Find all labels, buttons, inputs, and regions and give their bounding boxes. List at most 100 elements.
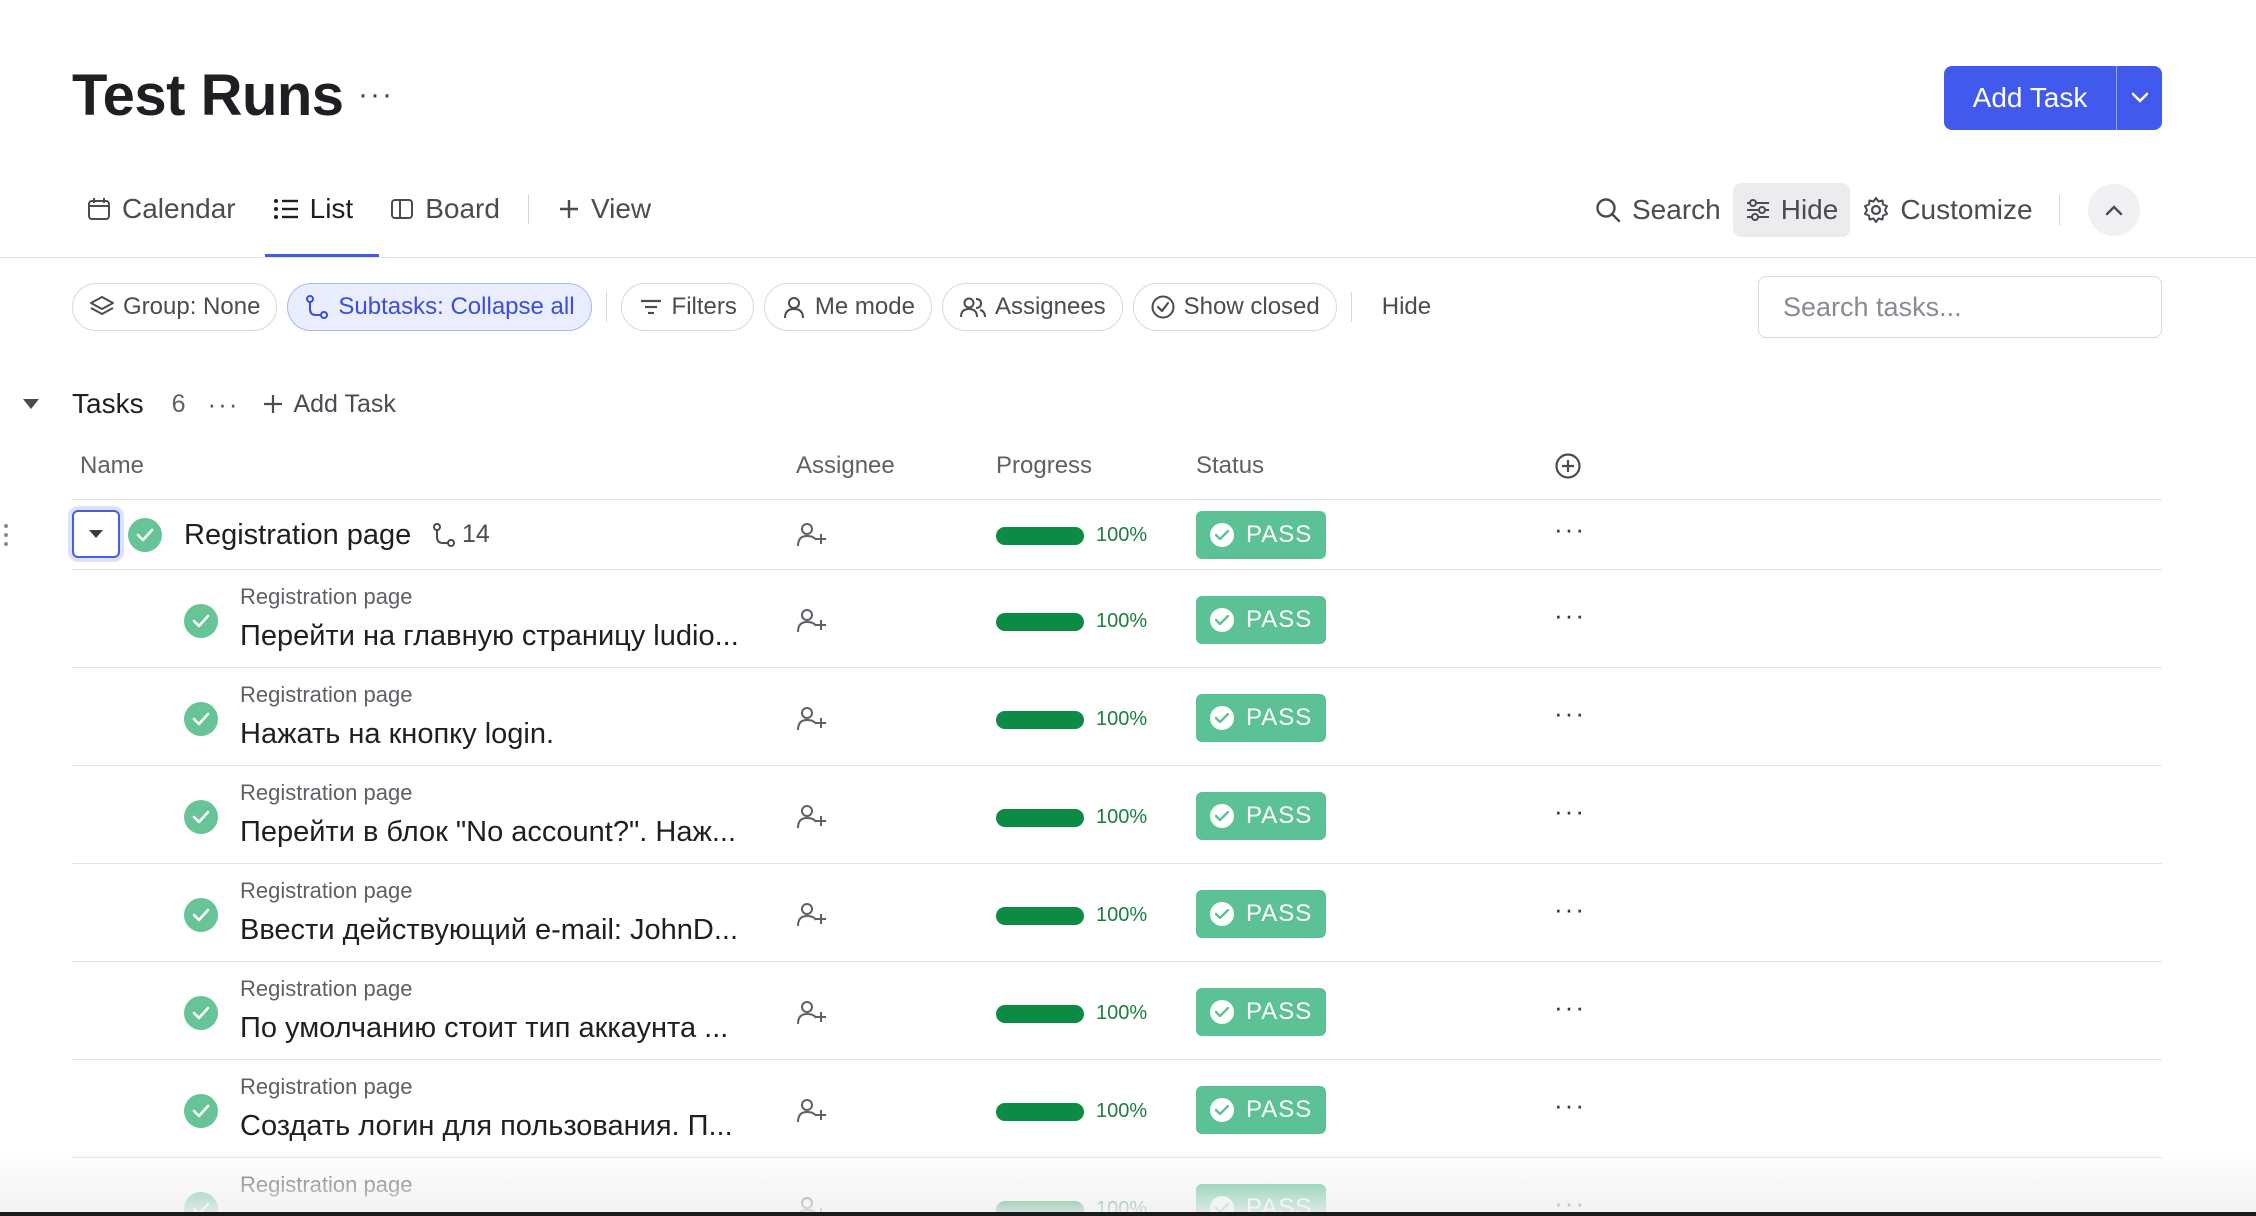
tab-board[interactable]: Board bbox=[371, 188, 518, 230]
status-badge[interactable]: PASS bbox=[1196, 792, 1326, 840]
status-label: PASS bbox=[1246, 998, 1313, 1025]
task-status-check-icon[interactable] bbox=[184, 702, 218, 736]
table-row[interactable]: Registration page Нажать на кнопку login… bbox=[72, 667, 2162, 765]
add-task-label[interactable]: Add Task bbox=[1944, 66, 2116, 130]
task-breadcrumb[interactable]: Registration page bbox=[240, 976, 412, 1002]
add-task-dropdown[interactable] bbox=[2116, 66, 2162, 130]
row-more-icon[interactable]: ··· bbox=[1554, 514, 1586, 545]
filter-icon bbox=[640, 299, 661, 315]
status-badge[interactable]: PASS bbox=[1196, 1086, 1326, 1134]
gear-icon bbox=[1864, 197, 1889, 223]
task-breadcrumb[interactable]: Registration page bbox=[240, 878, 412, 904]
subtask-icon bbox=[306, 295, 329, 319]
column-header-name[interactable]: Name bbox=[80, 452, 144, 480]
task-title[interactable]: По умолчанию стоит тип аккаунта ... bbox=[240, 1012, 728, 1045]
status-check-icon bbox=[1210, 804, 1234, 828]
add-assignee-icon[interactable] bbox=[796, 802, 828, 830]
task-title[interactable]: Нажать на кнопку login. bbox=[240, 718, 554, 751]
task-status-check-icon[interactable] bbox=[184, 996, 218, 1030]
row-more-icon[interactable]: ··· bbox=[1554, 894, 1586, 925]
column-header-progress[interactable]: Progress bbox=[996, 452, 1092, 480]
add-assignee-icon[interactable] bbox=[796, 900, 828, 928]
row-more-icon[interactable]: ··· bbox=[1554, 600, 1586, 631]
customize-button[interactable]: Customize bbox=[1850, 183, 2044, 237]
hide-button[interactable]: Hide bbox=[1732, 183, 1851, 237]
group-more-icon[interactable]: ··· bbox=[207, 389, 239, 420]
add-assignee-icon[interactable] bbox=[796, 704, 828, 732]
add-assignee-icon[interactable] bbox=[796, 520, 828, 548]
collapse-header-button[interactable] bbox=[2087, 184, 2140, 236]
page: Test Runs ··· Add Task Calendar List Boa… bbox=[0, 0, 2256, 1216]
task-status-check-icon[interactable] bbox=[184, 1094, 218, 1128]
table-row[interactable]: Registration page Перейти в блок "No acc… bbox=[72, 765, 2162, 863]
task-breadcrumb[interactable]: Registration page bbox=[240, 780, 412, 806]
row-more-icon[interactable]: ··· bbox=[1554, 1090, 1586, 1121]
task-status-check-icon[interactable] bbox=[184, 898, 218, 932]
table-row[interactable]: Registration page 100% PASS ··· bbox=[72, 1157, 2162, 1216]
task-status-check-icon[interactable] bbox=[184, 604, 218, 638]
group-by-chip[interactable]: Group: None bbox=[72, 283, 278, 331]
progress-percent: 100% bbox=[1096, 1100, 1148, 1122]
status-badge[interactable]: PASS bbox=[1196, 596, 1326, 644]
tab-calendar[interactable]: Calendar bbox=[86, 188, 254, 230]
task-status-check-icon[interactable] bbox=[184, 800, 218, 834]
board-icon bbox=[391, 199, 414, 219]
tab-list[interactable]: List bbox=[254, 188, 372, 230]
progress-cell: 100% bbox=[996, 524, 1147, 547]
search-button[interactable]: Search bbox=[1582, 183, 1733, 237]
task-title[interactable]: Перейти на главную страницу ludio... bbox=[240, 620, 739, 653]
assignees-chip[interactable]: Assignees bbox=[941, 283, 1123, 331]
filter-bar: Group: None Subtasks: Collapse all Filte… bbox=[72, 283, 1447, 331]
subtask-toggle-button[interactable] bbox=[72, 510, 120, 558]
add-assignee-icon[interactable] bbox=[796, 1096, 828, 1124]
search-tasks-input[interactable]: Search tasks... bbox=[1758, 276, 2162, 338]
add-view-button[interactable]: View bbox=[539, 188, 669, 230]
task-breadcrumb[interactable]: Registration page bbox=[240, 1172, 412, 1198]
table-row-parent[interactable]: Registration page 14 100% PASS ··· bbox=[72, 499, 2162, 569]
tool-separator bbox=[2058, 195, 2060, 225]
progress-cell: 100% bbox=[996, 1100, 1147, 1123]
row-more-icon[interactable]: ··· bbox=[1554, 992, 1586, 1023]
row-more-icon[interactable]: ··· bbox=[1554, 698, 1586, 729]
me-mode-chip[interactable]: Me mode bbox=[763, 283, 932, 331]
add-assignee-icon[interactable] bbox=[796, 606, 828, 634]
status-badge[interactable]: PASS bbox=[1196, 988, 1326, 1036]
tab-calendar-label: Calendar bbox=[122, 193, 236, 224]
table-row[interactable]: Registration page Создать логин для поль… bbox=[72, 1059, 2162, 1157]
list-icon bbox=[273, 199, 298, 219]
filters-chip[interactable]: Filters bbox=[620, 283, 754, 331]
task-title[interactable]: Registration page bbox=[184, 519, 411, 552]
table-row[interactable]: Registration page По умолчанию стоит тип… bbox=[72, 961, 2162, 1059]
status-badge[interactable]: PASS bbox=[1196, 890, 1326, 938]
status-label: PASS bbox=[1246, 521, 1313, 548]
column-header-assignee[interactable]: Assignee bbox=[796, 452, 895, 480]
subtasks-chip[interactable]: Subtasks: Collapse all bbox=[287, 283, 592, 331]
progress-bar bbox=[996, 1004, 1084, 1023]
add-column-icon[interactable] bbox=[1554, 452, 1582, 480]
add-assignee-icon[interactable] bbox=[796, 998, 828, 1026]
filters-label: Filters bbox=[671, 293, 737, 320]
task-title[interactable]: Перейти в блок "No account?". Наж... bbox=[240, 816, 736, 849]
group-collapse-toggle[interactable] bbox=[20, 382, 42, 426]
task-status-check-icon[interactable] bbox=[128, 518, 162, 552]
table-row[interactable]: Registration page Перейти на главную стр… bbox=[72, 569, 2162, 667]
view-separator bbox=[527, 194, 529, 224]
add-task-button[interactable]: Add Task bbox=[1944, 66, 2162, 130]
table-row[interactable]: Registration page Ввести действующий e-m… bbox=[72, 863, 2162, 961]
group-add-task-button[interactable]: Add Task bbox=[261, 390, 396, 419]
task-breadcrumb[interactable]: Registration page bbox=[240, 584, 412, 610]
show-closed-chip[interactable]: Show closed bbox=[1132, 283, 1337, 331]
status-badge[interactable]: PASS bbox=[1196, 511, 1326, 559]
task-breadcrumb[interactable]: Registration page bbox=[240, 1074, 412, 1100]
title-more-icon[interactable]: ··· bbox=[358, 78, 394, 112]
add-view-label: View bbox=[590, 193, 652, 224]
row-more-icon[interactable]: ··· bbox=[1554, 796, 1586, 827]
task-title[interactable]: Ввести действующий e-mail: JohnD... bbox=[240, 914, 738, 947]
task-breadcrumb[interactable]: Registration page bbox=[240, 682, 412, 708]
drag-handle-icon[interactable] bbox=[2, 522, 10, 548]
hide-columns-button[interactable]: Hide bbox=[1366, 293, 1447, 321]
subtask-count[interactable]: 14 bbox=[432, 520, 490, 549]
status-badge[interactable]: PASS bbox=[1196, 694, 1326, 742]
column-header-status[interactable]: Status bbox=[1196, 452, 1264, 480]
task-title[interactable]: Создать логин для пользования. П... bbox=[240, 1110, 733, 1143]
